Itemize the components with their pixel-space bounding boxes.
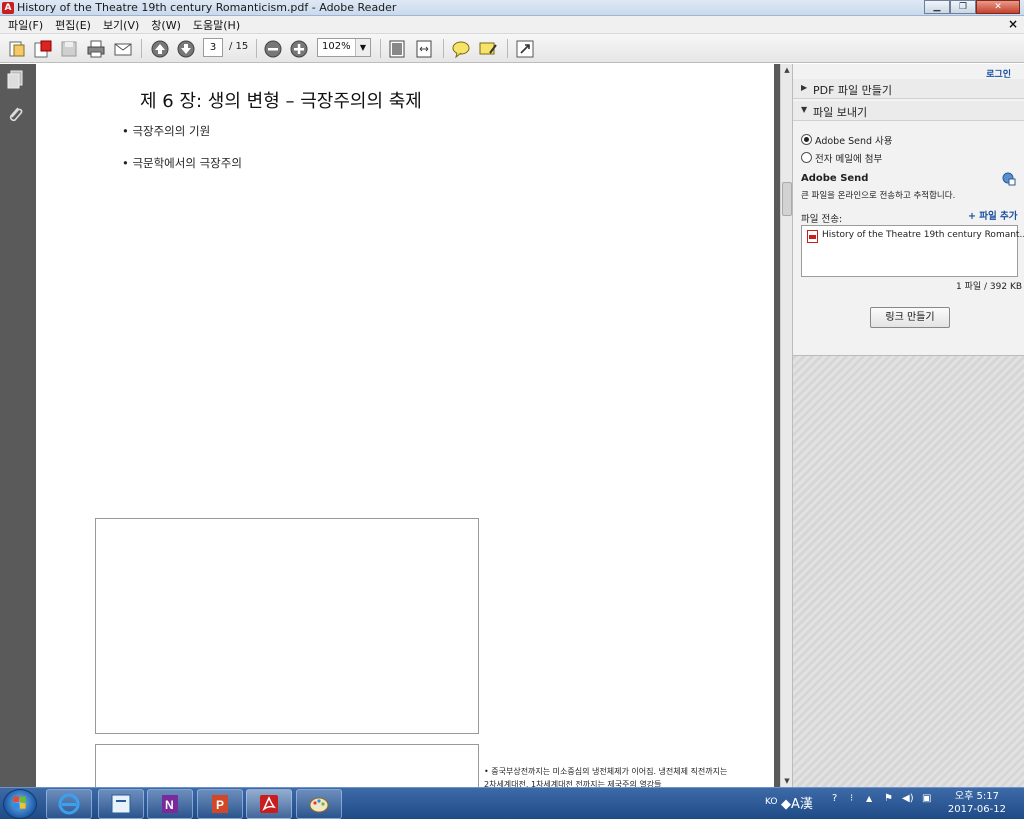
send-files-label: 파일 보내기	[813, 106, 868, 119]
close-document-button[interactable]: ×	[1008, 17, 1018, 31]
attachments-icon[interactable]	[6, 104, 24, 124]
zoom-value: 102%	[322, 41, 351, 52]
create-pdf-section[interactable]: ▶ PDF 파일 만들기	[793, 79, 1024, 99]
start-button[interactable]	[3, 789, 37, 819]
page-number-input[interactable]: 3	[203, 38, 223, 57]
create-pdf-icon[interactable]	[32, 38, 54, 60]
menu-view[interactable]: 보기(V)	[97, 17, 145, 33]
window-controls: ▁ ❐ ✕	[924, 0, 1020, 14]
zoom-select[interactable]: 102% ▼	[317, 38, 371, 57]
paint-icon[interactable]	[296, 789, 342, 819]
files-label: 파일 전송:	[801, 214, 843, 225]
scroll-up-icon[interactable]: ▲	[782, 64, 792, 76]
powerpoint-icon[interactable]: P	[197, 789, 243, 819]
email-radio[interactable]	[801, 152, 812, 163]
adobe-reader-taskbar-icon[interactable]	[246, 789, 292, 819]
save-icon[interactable]	[58, 38, 80, 60]
taskbar: N P KO ◆A漢 ? ⁝ ▲ ⚑ ◀) ▣ 오후 5:17 2017-06-…	[0, 787, 1024, 819]
volume-icon[interactable]: ◀)	[902, 793, 914, 804]
document-view[interactable]: 제 6 장: 생의 변형 – 극장주의의 축제 • 극장주의의 기원 • 극문학…	[30, 64, 780, 787]
bullet-item: • 극장주의의 기원	[122, 124, 211, 138]
pdf-file-icon	[807, 230, 818, 243]
clock-date: 2017-06-12	[947, 804, 1006, 815]
send-files-panel: 로그인 ▶ PDF 파일 만들기 ▼ 파일 보내기 Adobe Send 사용 …	[793, 64, 1024, 356]
onenote-icon[interactable]: N	[147, 789, 193, 819]
print-icon[interactable]	[85, 38, 107, 60]
info-icon[interactable]	[1002, 172, 1016, 186]
flag-icon[interactable]: ⚑	[884, 793, 893, 804]
create-icon[interactable]	[6, 38, 28, 60]
next-page-icon[interactable]	[175, 38, 197, 60]
svg-text:P: P	[216, 798, 224, 812]
page-total: / 15	[229, 41, 249, 52]
bullet-item: • 극문학에서의 극장주의	[122, 156, 242, 170]
pdf-page: 제 6 장: 생의 변형 – 극장주의의 축제 • 극장주의의 기원 • 극문학…	[36, 64, 774, 787]
image-placeholder	[95, 518, 479, 734]
body-text: • 중국부상전까지는 미소중심의 냉전체제가 이어짐. 냉전체제 직전까지는 2…	[484, 767, 728, 787]
image-placeholder	[95, 744, 479, 787]
sticky-note-icon[interactable]	[450, 38, 472, 60]
fullscreen-icon[interactable]	[514, 38, 536, 60]
file-name: History of the Theatre 19th century Roma…	[822, 230, 1024, 240]
chevron-down-icon: ▼	[801, 105, 808, 114]
help-icon[interactable]: ?	[832, 793, 837, 804]
zoom-in-icon[interactable]	[288, 38, 310, 60]
close-button[interactable]: ✕	[976, 0, 1020, 14]
create-pdf-label: PDF 파일 만들기	[813, 84, 893, 97]
scroll-down-icon[interactable]: ▼	[782, 775, 792, 787]
chevron-down-icon[interactable]: ▼	[355, 39, 370, 56]
zoom-out-icon[interactable]	[262, 38, 284, 60]
previous-page-icon[interactable]	[149, 38, 171, 60]
fit-page-icon[interactable]	[386, 38, 408, 60]
email-icon[interactable]	[112, 38, 134, 60]
app-window-icon[interactable]	[98, 789, 144, 819]
file-summary: 1 파일 / 392 KB	[956, 282, 1023, 292]
show-hidden-icons-icon[interactable]: ▲	[866, 794, 872, 803]
send-files-section[interactable]: ▼ 파일 보내기	[793, 101, 1024, 121]
minimize-button[interactable]: ▁	[924, 0, 950, 14]
adobe-reader-icon: A	[2, 2, 14, 14]
window-title: History of the Theatre 19th century Roma…	[17, 1, 397, 14]
highlight-icon[interactable]	[477, 38, 499, 60]
email-radio-label: 전자 메일에 첨부	[815, 154, 883, 165]
toolbar: 도구 주석	[0, 34, 1024, 93]
clock-time: 오후 5:17	[954, 791, 999, 802]
network-icon[interactable]: ▣	[922, 793, 931, 804]
menu-bar: 파일(F) 편집(E) 보기(V) 창(W) 도움말(H) ×	[0, 16, 1024, 34]
maximize-button[interactable]: ❐	[950, 0, 976, 14]
menu-edit[interactable]: 편집(E)	[49, 17, 97, 33]
tools-pane: 로그인 ▶ PDF 파일 만들기 ▼ 파일 보내기 Adobe Send 사용 …	[792, 64, 1024, 787]
vertical-scrollbar[interactable]: ▲ ▼	[780, 64, 792, 787]
page-heading: 제 6 장: 생의 변형 – 극장주의의 축제	[140, 91, 422, 112]
ime-icon[interactable]: ◆A漢	[781, 793, 813, 812]
adobe-send-description: 큰 파일을 온라인으로 전송하고 추적합니다.	[801, 191, 956, 201]
ime-settings-icon[interactable]: ⁝	[850, 793, 853, 804]
clock[interactable]: 오후 5:17 2017-06-12	[948, 790, 1006, 816]
page-thumbnails-icon[interactable]	[6, 70, 24, 90]
file-list: History of the Theatre 19th century Roma…	[801, 225, 1024, 277]
adobe-send-title: Adobe Send	[801, 173, 869, 184]
scroll-thumb[interactable]	[782, 182, 792, 216]
menu-file[interactable]: 파일(F)	[2, 17, 49, 33]
navigation-pane	[0, 64, 30, 787]
fit-width-icon[interactable]	[413, 38, 435, 60]
internet-explorer-icon[interactable]	[46, 789, 92, 819]
add-file-link[interactable]: + 파일 추가	[968, 208, 1018, 222]
menu-window[interactable]: 창(W)	[145, 17, 187, 33]
create-link-button[interactable]: 링크 만들기	[870, 307, 950, 328]
title-bar: A History of the Theatre 19th century Ro…	[0, 0, 1024, 16]
language-indicator[interactable]: KO	[765, 797, 778, 807]
svg-text:N: N	[165, 798, 174, 812]
adobe-send-radio[interactable]	[801, 134, 812, 145]
menu-help[interactable]: 도움말(H)	[187, 17, 246, 33]
adobe-send-radio-label: Adobe Send 사용	[815, 136, 893, 147]
chevron-right-icon: ▶	[801, 83, 808, 92]
